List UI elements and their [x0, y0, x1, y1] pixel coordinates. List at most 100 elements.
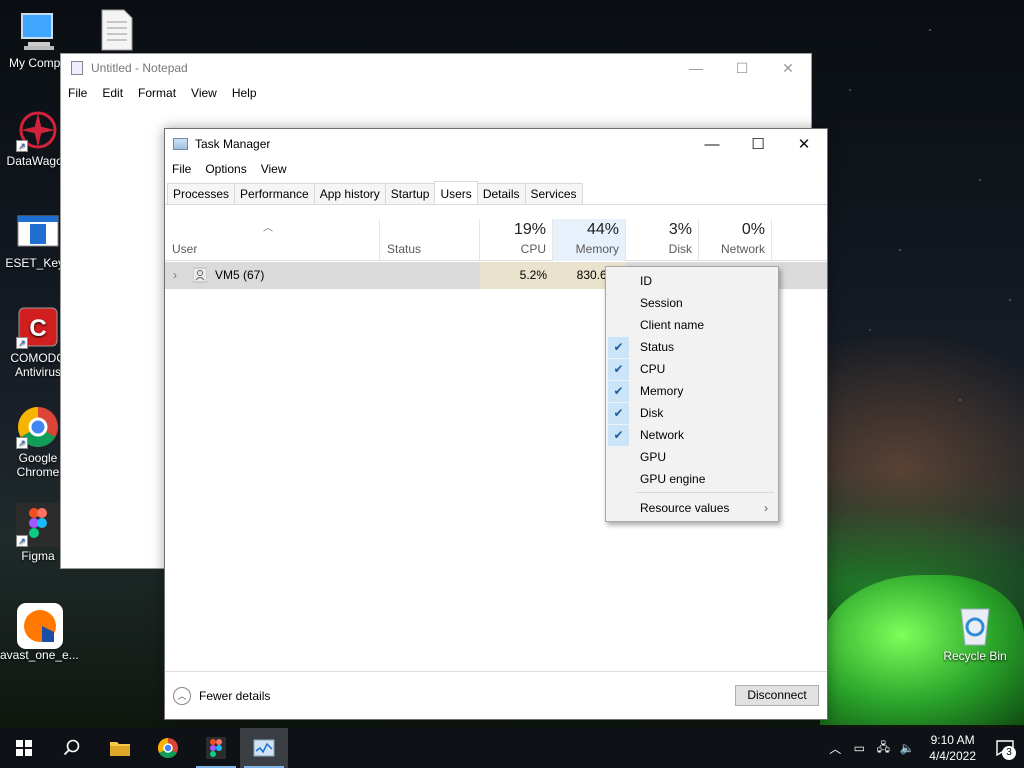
- search-button[interactable]: [48, 728, 96, 768]
- tab-bar: Processes Performance App history Startu…: [165, 181, 827, 205]
- menu-options[interactable]: Options: [205, 162, 246, 176]
- checkmark-icon: ✔: [608, 359, 629, 380]
- user-icon: [192, 262, 209, 289]
- maximize-icon[interactable]: ☐: [719, 54, 765, 82]
- shortcut-arrow-icon: ↗: [16, 535, 28, 547]
- menu-item-cpu[interactable]: ✔ CPU: [606, 358, 778, 380]
- sort-ascending-icon: ︿: [263, 223, 273, 234]
- desktop-icon-avast[interactable]: avast_one_e...: [0, 602, 79, 662]
- disconnect-button[interactable]: Disconnect: [735, 685, 819, 706]
- tab-startup[interactable]: Startup: [384, 183, 436, 204]
- notepad-icon: [71, 61, 83, 75]
- column-context-menu: ID Session Client name ✔ Status ✔ CPU ✔ Mem…: [605, 266, 779, 522]
- checkmark-icon: ✔: [608, 337, 629, 358]
- menu-item-disk[interactable]: ✔ Disk: [606, 402, 778, 424]
- menu-item-gpu[interactable]: GPU: [606, 446, 778, 468]
- computer-icon: [16, 10, 60, 54]
- taskbar-figma[interactable]: [192, 728, 240, 768]
- task-manager-title: Task Manager: [195, 137, 271, 151]
- figma-icon: ↗: [16, 503, 60, 547]
- row-cpu-value: 5.2%: [480, 262, 553, 289]
- volume-icon[interactable]: 🔈: [895, 741, 919, 755]
- figma-icon: [206, 737, 226, 759]
- device-icon[interactable]: ▭: [847, 741, 871, 755]
- maximize-icon[interactable]: ☐: [735, 129, 781, 159]
- clock[interactable]: 9:10 AM 4/4/2022: [919, 732, 986, 764]
- notepad-menubar: File Edit Format View Help: [61, 82, 811, 104]
- checkmark-icon: ✔: [608, 381, 629, 402]
- menu-item-client-name[interactable]: Client name: [606, 314, 778, 336]
- comodo-icon: C ↗: [16, 305, 60, 349]
- task-manager-icon: [253, 739, 275, 757]
- close-icon[interactable]: ✕: [765, 54, 811, 82]
- menu-item-gpu-engine[interactable]: GPU engine: [606, 468, 778, 490]
- clock-date: 4/4/2022: [929, 749, 976, 763]
- tab-services[interactable]: Services: [524, 183, 583, 204]
- menu-item-network[interactable]: ✔ Network: [606, 424, 778, 446]
- chrome-icon: [158, 738, 178, 758]
- menu-file[interactable]: File: [68, 86, 87, 100]
- menu-file[interactable]: File: [172, 162, 191, 176]
- taskbar-task-manager[interactable]: [240, 728, 288, 768]
- menu-view[interactable]: View: [191, 86, 217, 100]
- shortcut-arrow-icon: ↗: [16, 337, 28, 349]
- chevron-up-icon[interactable]: ︿: [823, 740, 847, 757]
- tab-users[interactable]: Users: [434, 181, 478, 204]
- shortcut-arrow-icon: ↗: [16, 437, 28, 449]
- menu-help[interactable]: Help: [232, 86, 257, 100]
- column-header-row: ︿ User Status 19% CPU 44% Memory 3% Disk…: [165, 219, 827, 261]
- menu-item-status[interactable]: ✔ Status: [606, 336, 778, 358]
- minimize-icon[interactable]: —: [673, 54, 719, 82]
- desktop-icon-document[interactable]: [78, 8, 154, 54]
- column-header-user[interactable]: ︿ User: [165, 219, 380, 261]
- start-button[interactable]: [0, 728, 48, 768]
- expand-chevron-icon[interactable]: ›: [173, 262, 187, 289]
- menu-item-memory[interactable]: ✔ Memory: [606, 380, 778, 402]
- clock-time: 9:10 AM: [930, 733, 975, 747]
- close-icon[interactable]: ✕: [781, 129, 827, 159]
- menu-item-id[interactable]: ID: [606, 270, 778, 292]
- notepad-title: Untitled - Notepad: [91, 61, 188, 75]
- column-header-network[interactable]: 0% Network: [699, 219, 772, 261]
- column-header-status[interactable]: Status: [380, 219, 480, 261]
- desktop-icon-label: Recycle Bin: [943, 649, 1007, 663]
- windows-logo-icon: [16, 740, 32, 756]
- chevron-right-icon: ›: [764, 501, 768, 515]
- taskbar: ︿ ▭ 🖧 🔈 9:10 AM 4/4/2022 3: [0, 728, 1024, 768]
- tab-processes[interactable]: Processes: [167, 183, 236, 204]
- tab-details[interactable]: Details: [476, 183, 526, 204]
- task-manager-icon: [173, 138, 188, 150]
- task-manager-menubar: File Options View: [165, 159, 827, 179]
- shortcut-arrow-icon: ↗: [16, 140, 28, 152]
- desktop-icon-label: avast_one_e...: [0, 648, 79, 662]
- desktop-icon-recycle-bin[interactable]: Recycle Bin: [937, 603, 1013, 663]
- column-header-memory[interactable]: 44% Memory: [553, 219, 626, 261]
- menu-item-resource-values[interactable]: Resource values ›: [606, 497, 778, 519]
- notification-center-button[interactable]: 3: [986, 728, 1024, 768]
- checkmark-icon: ✔: [608, 403, 629, 424]
- column-header-disk[interactable]: 3% Disk: [626, 219, 699, 261]
- network-icon[interactable]: 🖧: [871, 738, 895, 759]
- checkmark-icon: ✔: [608, 425, 629, 446]
- menu-edit[interactable]: Edit: [102, 86, 123, 100]
- system-tray: ︿ ▭ 🖧 🔈 9:10 AM 4/4/2022 3: [823, 728, 1024, 768]
- menu-separator: [636, 492, 774, 493]
- svg-text:C: C: [29, 315, 46, 342]
- menu-view[interactable]: View: [261, 162, 287, 176]
- tab-performance[interactable]: Performance: [234, 183, 315, 204]
- avast-icon: [16, 602, 63, 649]
- taskbar-file-explorer[interactable]: [96, 728, 144, 768]
- taskbar-chrome[interactable]: [144, 728, 192, 768]
- menu-item-session[interactable]: Session: [606, 292, 778, 314]
- minimize-icon[interactable]: —: [689, 129, 735, 159]
- row-user-name: VM5 (67): [215, 268, 265, 282]
- column-header-cpu[interactable]: 19% CPU: [480, 219, 553, 261]
- search-icon: [63, 739, 80, 756]
- folder-icon: [110, 742, 130, 756]
- task-manager-footer: ︿ Fewer details Disconnect: [165, 671, 827, 719]
- notification-count-badge: 3: [1002, 746, 1016, 760]
- tab-app-history[interactable]: App history: [313, 183, 386, 204]
- menu-format[interactable]: Format: [138, 86, 176, 100]
- chevron-up-icon: ︿: [173, 687, 191, 705]
- fewer-details-button[interactable]: ︿ Fewer details: [173, 687, 270, 705]
